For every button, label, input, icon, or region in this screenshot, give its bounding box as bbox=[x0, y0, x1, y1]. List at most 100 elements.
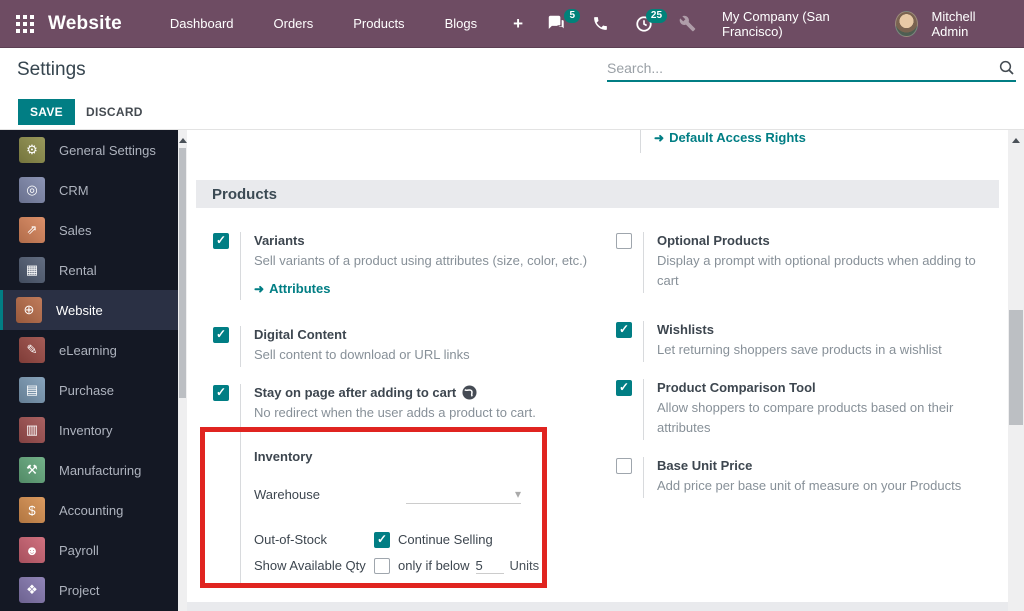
sidebar-item-elearning[interactable]: ✎ eLearning bbox=[0, 330, 178, 370]
scrollbar-thumb[interactable] bbox=[179, 148, 186, 398]
sidebar-item-label: General Settings bbox=[59, 142, 156, 158]
setting-product-comparison: Product Comparison Tool Allow shoppers t… bbox=[616, 379, 1008, 440]
control-panel: Settings SAVE DISCARD bbox=[0, 48, 1024, 130]
optional-products-checkbox[interactable] bbox=[616, 233, 632, 249]
setting-description: Sell content to download or URL links bbox=[254, 346, 470, 362]
inventory-box-icon: ▥ bbox=[19, 417, 45, 443]
sidebar-item-accounting[interactable]: $ Accounting bbox=[0, 490, 178, 530]
phone-button[interactable] bbox=[582, 9, 619, 38]
sidebar-item-label: CRM bbox=[59, 182, 89, 198]
inventory-title: Inventory bbox=[254, 448, 313, 464]
top-navbar: Website Dashboard Orders Products Blogs … bbox=[0, 0, 1024, 48]
setting-description: Allow shoppers to compare products based… bbox=[657, 400, 954, 435]
sidebar-item-payroll[interactable]: ☻ Payroll bbox=[0, 530, 178, 570]
activities-button[interactable]: 25 bbox=[625, 8, 668, 39]
setting-label: Stay on page after adding to cart bbox=[254, 384, 457, 400]
out-of-stock-label: Out-of-Stock bbox=[254, 532, 327, 547]
setting-label: Optional Products bbox=[657, 233, 770, 248]
save-button[interactable]: SAVE bbox=[18, 99, 75, 125]
sidebar-item-label: Inventory bbox=[59, 422, 113, 438]
menu-products[interactable]: Products bbox=[335, 8, 422, 40]
content-scrollbar-right[interactable] bbox=[1008, 130, 1024, 611]
sidebar-item-inventory[interactable]: ▥ Inventory bbox=[0, 410, 178, 450]
sales-chart-icon: ⇗ bbox=[19, 217, 45, 243]
setting-wishlists: Wishlists Let returning shoppers save pr… bbox=[616, 321, 1008, 362]
new-content-plus-icon[interactable]: + bbox=[499, 8, 537, 40]
warehouse-dropdown[interactable] bbox=[406, 486, 521, 504]
menu-orders[interactable]: Orders bbox=[256, 8, 332, 40]
base-unit-price-checkbox[interactable] bbox=[616, 458, 632, 474]
wrench-icon bbox=[679, 15, 696, 32]
units-label: Units bbox=[509, 558, 540, 573]
user-menu[interactable]: Mitchell Admin bbox=[932, 9, 1012, 39]
sidebar-item-label: Payroll bbox=[59, 542, 99, 558]
phone-icon bbox=[592, 15, 609, 32]
sidebar-item-crm[interactable]: ◎ CRM bbox=[0, 170, 178, 210]
qty-threshold-input[interactable] bbox=[475, 557, 504, 574]
setting-description: Sell variants of a product using attribu… bbox=[254, 253, 588, 268]
default-access-rights-link[interactable]: Default Access Rights bbox=[654, 130, 806, 145]
digital-content-checkbox[interactable] bbox=[213, 326, 229, 343]
sidebar-item-general-settings[interactable]: ⚙ General Settings bbox=[0, 130, 178, 170]
purchase-icon: ▤ bbox=[19, 377, 45, 403]
setting-digital-content: Digital Content Sell content to download… bbox=[213, 325, 613, 367]
scroll-up-arrow-icon[interactable] bbox=[178, 134, 187, 146]
accounting-icon: $ bbox=[19, 497, 45, 523]
search-input[interactable] bbox=[607, 60, 998, 76]
variants-checkbox[interactable] bbox=[213, 233, 229, 249]
sidebar-item-purchase[interactable]: ▤ Purchase bbox=[0, 370, 178, 410]
setting-base-unit-price: Base Unit Price Add price per base unit … bbox=[616, 457, 1008, 498]
menu-dashboard[interactable]: Dashboard bbox=[152, 8, 252, 40]
setting-label: Variants bbox=[254, 233, 305, 248]
product-comparison-checkbox[interactable] bbox=[616, 380, 632, 396]
stay-on-page-checkbox[interactable] bbox=[213, 384, 229, 401]
wishlists-checkbox[interactable] bbox=[616, 322, 632, 338]
scrollbar-thumb[interactable] bbox=[1009, 310, 1023, 425]
sidebar-item-label: eLearning bbox=[59, 342, 117, 358]
continue-selling-checkbox[interactable] bbox=[374, 531, 390, 548]
sidebar-item-sales[interactable]: ⇗ Sales bbox=[0, 210, 178, 250]
setting-stay-on-page: Stay on page after adding to cart No red… bbox=[213, 383, 613, 586]
sidebar-item-rental[interactable]: ▦ Rental bbox=[0, 250, 178, 290]
show-available-qty-label: Show Available Qty bbox=[254, 558, 366, 573]
setting-label: Digital Content bbox=[254, 326, 347, 342]
messages-badge: 5 bbox=[564, 9, 581, 23]
menu-blogs[interactable]: Blogs bbox=[427, 8, 496, 40]
sidebar-item-manufacturing[interactable]: ⚒ Manufacturing bbox=[0, 450, 178, 490]
settings-content: Default Access Rights Products Variants … bbox=[187, 130, 1008, 611]
activities-badge: 25 bbox=[645, 8, 668, 23]
manufacturing-wrench-icon: ⚒ bbox=[19, 457, 45, 483]
setting-optional-products: Optional Products Display a prompt with … bbox=[616, 232, 1008, 293]
attributes-link[interactable]: Attributes bbox=[254, 281, 330, 296]
settings-sidebar: ⚙ General Settings ◎ CRM ⇗ Sales ▦ Renta… bbox=[0, 130, 178, 611]
debug-tools-button[interactable] bbox=[669, 9, 706, 38]
scroll-up-arrow-icon[interactable] bbox=[1008, 134, 1024, 146]
setting-description: Let returning shoppers save products in … bbox=[657, 342, 942, 357]
apps-menu-icon[interactable] bbox=[16, 14, 34, 33]
website-globe-icon: ⊕ bbox=[16, 297, 42, 323]
setting-description: Display a prompt with optional products … bbox=[657, 253, 976, 288]
general-settings-gear-icon: ⚙ bbox=[19, 137, 45, 163]
sidebar-item-website[interactable]: ⊕ Website bbox=[0, 290, 178, 330]
setting-variants: Variants Sell variants of a product usin… bbox=[213, 232, 613, 300]
sidebar-item-project[interactable]: ❖ Project bbox=[0, 570, 178, 610]
inventory-subsection: Inventory Warehouse Out-of-Stock Continu… bbox=[254, 437, 613, 584]
messages-button[interactable]: 5 bbox=[537, 9, 581, 38]
user-avatar[interactable] bbox=[894, 10, 918, 37]
app-title[interactable]: Website bbox=[48, 13, 122, 35]
elearning-icon: ✎ bbox=[19, 337, 45, 363]
setting-description: No redirect when the user adds a product… bbox=[254, 404, 536, 420]
search-icon[interactable] bbox=[998, 59, 1016, 77]
next-section-header-partial bbox=[187, 602, 1008, 611]
main-menu: Dashboard Orders Products Blogs + bbox=[152, 8, 537, 40]
company-switcher[interactable]: My Company (San Francisco) bbox=[712, 9, 889, 39]
sidebar-item-label: Accounting bbox=[59, 502, 124, 518]
sidebar-item-label: Rental bbox=[59, 262, 97, 278]
setting-label: Base Unit Price bbox=[657, 458, 753, 473]
content-scrollbar-left[interactable] bbox=[178, 130, 187, 611]
discard-button[interactable]: DISCARD bbox=[76, 99, 153, 125]
sidebar-item-label: Manufacturing bbox=[59, 462, 142, 478]
sidebar-item-label: Sales bbox=[59, 222, 92, 238]
show-available-qty-checkbox[interactable] bbox=[374, 557, 390, 574]
sidebar-item-label: Website bbox=[56, 302, 103, 318]
